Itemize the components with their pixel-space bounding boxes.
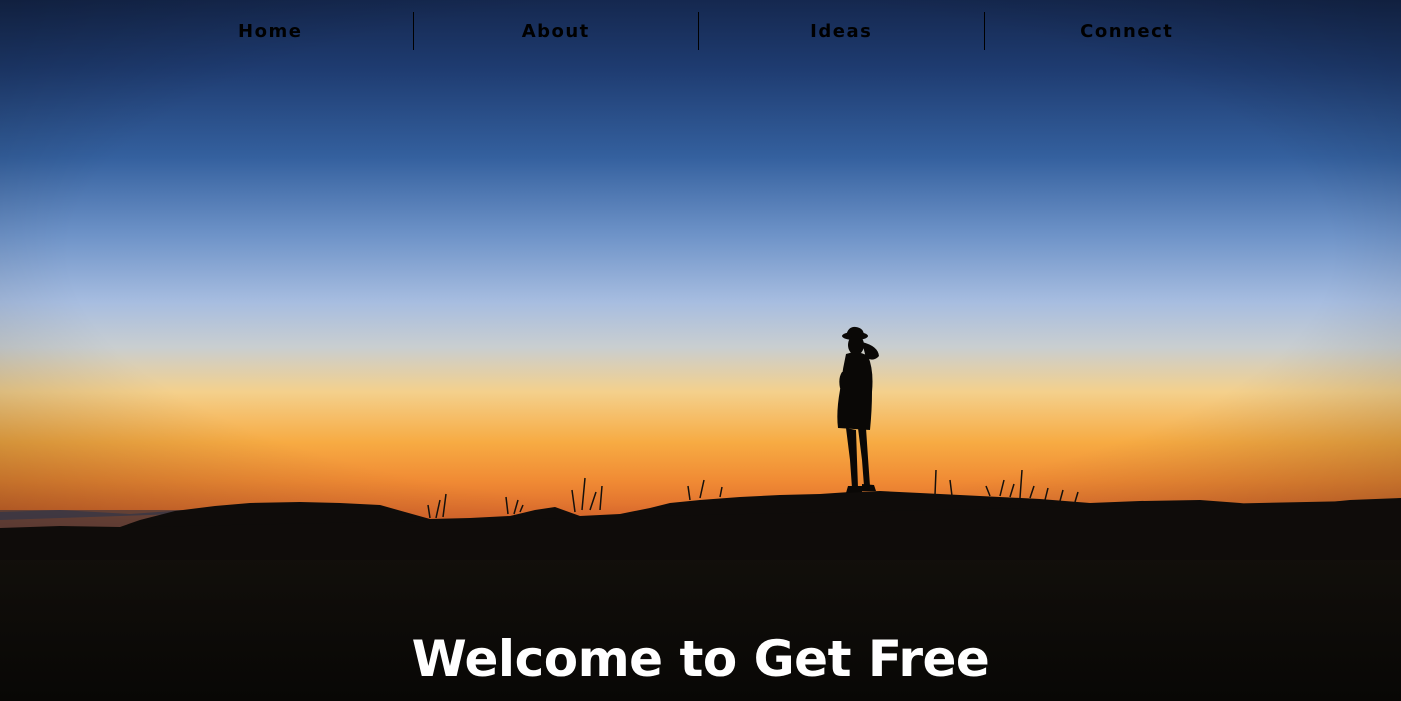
nav-link-connect[interactable]: Connect bbox=[983, 12, 1270, 50]
landing-page: Home About Ideas Connect Welcome to Get … bbox=[0, 0, 1401, 701]
nav-link-home[interactable]: Home bbox=[128, 12, 413, 50]
hero-headline: Welcome to Get Free bbox=[411, 630, 990, 688]
nav-link-ideas[interactable]: Ideas bbox=[698, 12, 984, 50]
hero-background-image bbox=[0, 0, 1401, 701]
nav-link-about[interactable]: About bbox=[412, 12, 699, 50]
main-navigation: Home About Ideas Connect bbox=[128, 12, 1269, 50]
